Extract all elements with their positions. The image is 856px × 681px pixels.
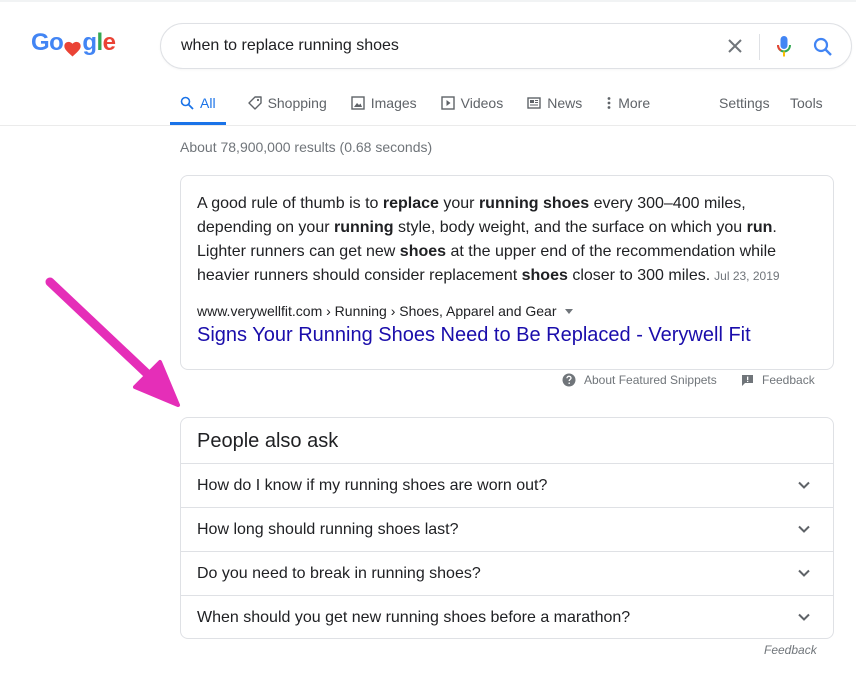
paa-question[interactable]: How long should running shoes last? (181, 507, 833, 551)
snippet-text-run: style, body weight, and the surface on w… (393, 219, 747, 236)
snippet-feedback-link[interactable]: Feedback (741, 373, 815, 387)
about-snippets-label: About Featured Snippets (584, 373, 717, 387)
tools-link[interactable]: Tools (790, 84, 835, 122)
tabs-divider (0, 125, 856, 126)
paa-heading: People also ask (197, 430, 339, 452)
tab-more[interactable]: More (606, 84, 662, 122)
paa-question[interactable]: How do I know if my running shoes are wo… (181, 463, 833, 507)
paa-question-text: How do I know if my running shoes are wo… (197, 476, 548, 494)
search-tabs: All Shopping Images Videos News More (170, 84, 674, 125)
chevron-down-icon[interactable] (797, 610, 811, 624)
about-snippets-link[interactable]: About Featured Snippets (562, 373, 717, 387)
search-divider (759, 34, 760, 60)
snippet-text: A good rule of thumb is to replace your … (197, 192, 817, 288)
snippet-bold-term: running shoes (478, 195, 590, 212)
close-icon[interactable] (724, 35, 746, 57)
paa-question-text: When should you get new running shoes be… (197, 608, 631, 626)
newspaper-icon (527, 97, 541, 109)
tab-label: Images (370, 95, 417, 111)
settings-link[interactable]: Settings (719, 84, 782, 122)
paa-question-text: How long should running shoes last? (197, 520, 459, 538)
tab-label: All (200, 95, 216, 111)
snippet-date: Jul 23, 2019 (714, 269, 780, 283)
tag-icon (247, 96, 262, 110)
snippet-bold-term: replace (382, 195, 439, 212)
tab-videos[interactable]: Videos (440, 84, 516, 122)
snippet-text-run: A good rule of thumb is to (197, 195, 383, 212)
chevron-down-icon[interactable] (797, 522, 811, 536)
mic-icon[interactable] (773, 35, 795, 59)
google-logo[interactable]: Go gle (31, 29, 116, 57)
snippet-title-link[interactable]: Signs Your Running Shoes Need to Be Repl… (197, 324, 751, 347)
caret-down-icon[interactable] (564, 308, 573, 314)
snippet-url: www.verywellfit.com › Running › Shoes, A… (197, 303, 557, 319)
image-icon (351, 96, 365, 110)
snippet-text-run: closer to 300 miles. (567, 267, 711, 284)
result-stats: About 78,900,000 results (0.68 seconds) (180, 139, 433, 155)
feedback-icon (742, 374, 753, 386)
tab-news[interactable]: News (527, 84, 594, 122)
tab-images[interactable]: Images (351, 84, 429, 122)
search-icon[interactable] (811, 35, 835, 59)
chevron-down-icon[interactable] (797, 478, 811, 492)
heart-icon (64, 36, 81, 57)
logo-text-left: Go (31, 29, 64, 56)
tab-label: Shopping (267, 95, 327, 111)
snippet-bold-term: shoes (521, 267, 568, 284)
snippet-text-run: your (438, 195, 479, 212)
people-also-ask: People also ask How do I know if my runn… (180, 417, 834, 639)
tab-label: More (618, 95, 651, 111)
snippet-bold-term: running (334, 219, 394, 236)
tab-shopping[interactable]: Shopping (247, 84, 339, 122)
search-box[interactable]: when to replace running shoes (160, 23, 852, 69)
paa-question[interactable]: Do you need to break in running shoes? (181, 551, 833, 595)
help-icon (562, 373, 576, 387)
tab-label: Videos (460, 95, 504, 111)
top-border (0, 0, 856, 2)
play-icon (440, 96, 455, 110)
snippet-bold-term: shoes (399, 243, 447, 260)
tab-label: News (547, 95, 583, 111)
snippet-feedback-label: Feedback (762, 373, 815, 387)
logo-text-right: gle (82, 29, 116, 56)
chevron-down-icon[interactable] (797, 566, 811, 580)
snippet-bold-term: run (746, 219, 773, 236)
search-input[interactable]: when to replace running shoes (181, 37, 399, 55)
more-vert-icon (607, 97, 611, 109)
tab-all[interactable]: All (170, 84, 226, 125)
search-icon (180, 96, 194, 110)
paa-question[interactable]: When should you get new running shoes be… (181, 595, 833, 638)
arrow-icon (45, 277, 180, 407)
page-feedback-link[interactable]: Feedback (764, 643, 817, 657)
paa-question-text: Do you need to break in running shoes? (197, 564, 481, 582)
snippet-cite: www.verywellfit.com › Running › Shoes, A… (197, 303, 573, 319)
featured-snippet: A good rule of thumb is to replace your … (180, 175, 834, 370)
